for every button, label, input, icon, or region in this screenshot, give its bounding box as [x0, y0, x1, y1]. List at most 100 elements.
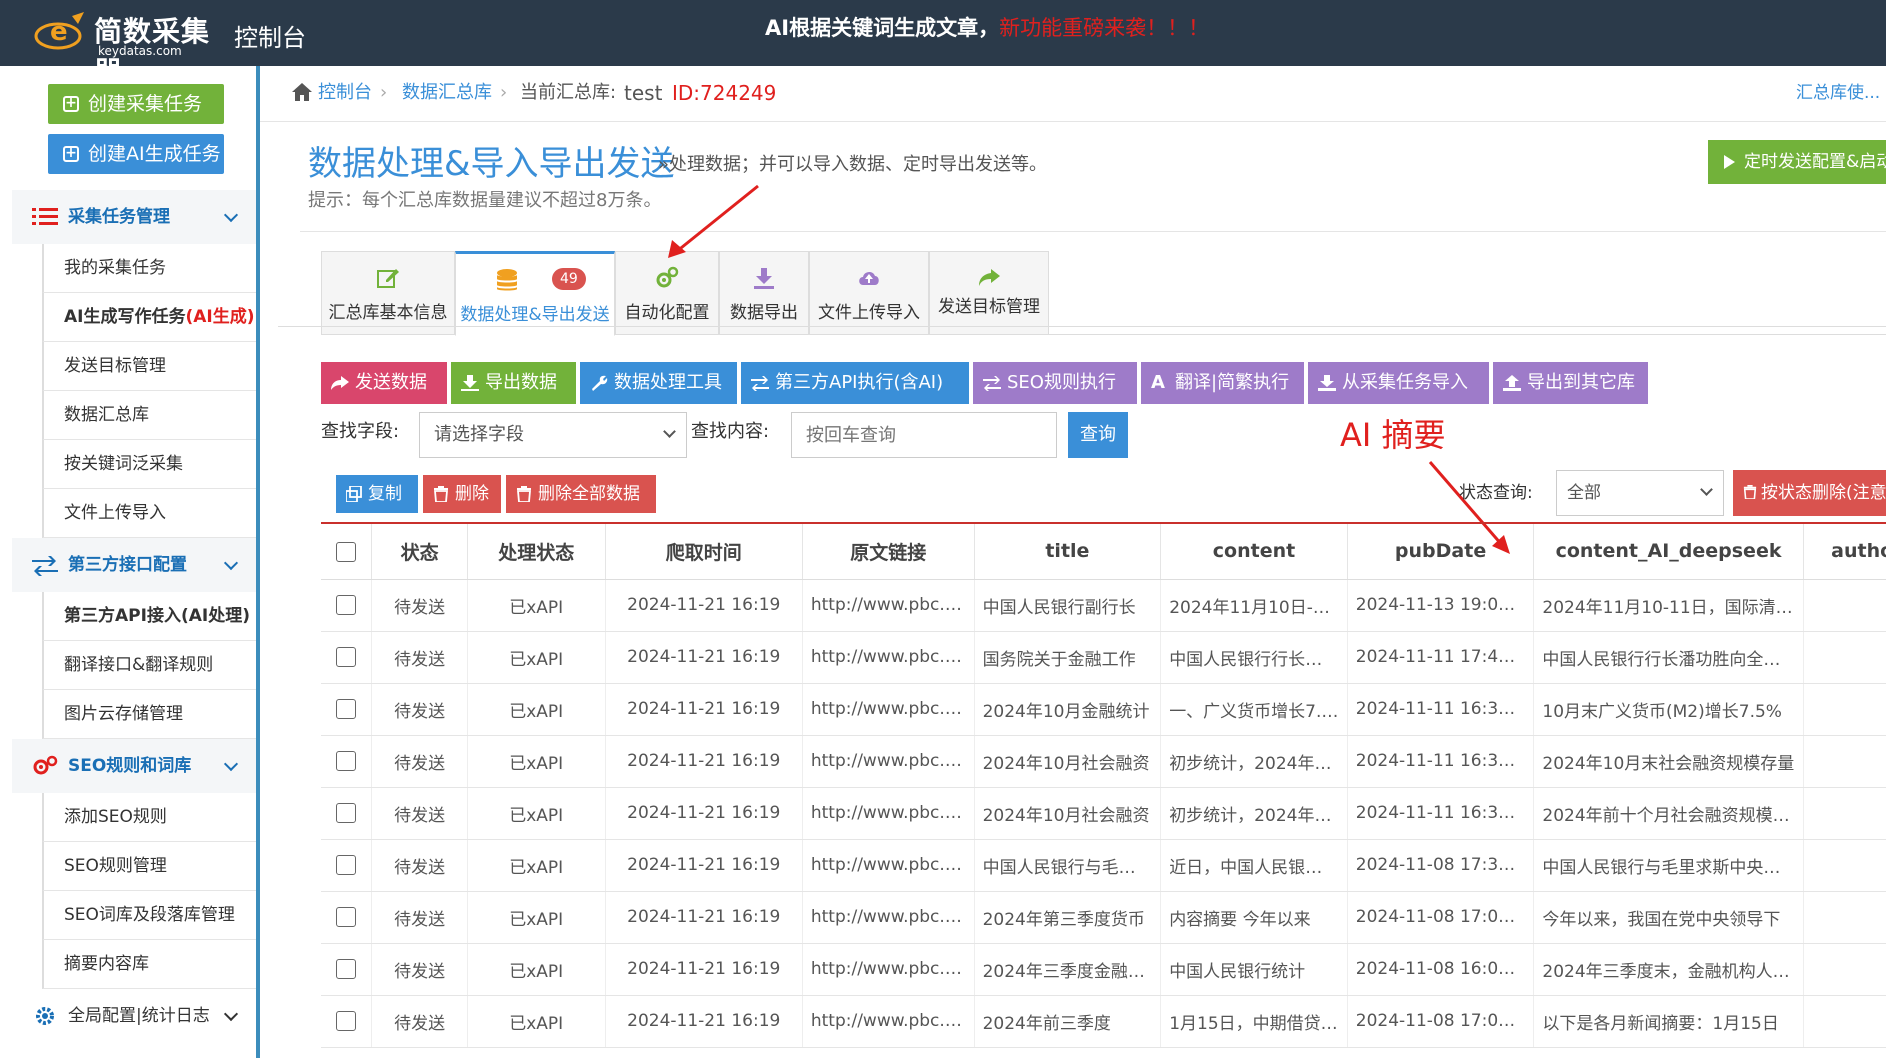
column-header[interactable]: content_AI_deepseek — [1533, 523, 1804, 580]
row-checkbox[interactable] — [321, 579, 373, 632]
sidebar-item-keyword-collect[interactable]: 按关键词泛采集 — [42, 440, 256, 489]
column-header[interactable]: 处理状态 — [467, 523, 606, 580]
trash-icon — [517, 486, 531, 502]
query-button[interactable]: 查询 — [1068, 412, 1128, 458]
checkbox[interactable] — [336, 647, 357, 667]
column-header[interactable]: 状态 — [371, 523, 468, 580]
row-checkbox[interactable] — [321, 787, 373, 840]
sidebar-item-translate[interactable]: 翻译接口&翻译规则 — [42, 641, 256, 690]
seo-rules-button[interactable]: SEO规则执行 — [973, 362, 1137, 404]
breadcrumb-data-store[interactable]: 数据汇总库 — [402, 66, 492, 120]
table-cell[interactable]: http://www.pbc.gov.cn — [802, 579, 975, 632]
export-to-other-button[interactable]: 导出到其它库 — [1493, 362, 1648, 404]
table-cell[interactable]: http://www.pbc.gov.cn — [802, 943, 975, 996]
table-cell[interactable]: http://www.pbc.gov.cn — [802, 787, 975, 840]
table-row[interactable]: 待发送 已xAPI 2024-11-21 16:19 http://www.pbc.g… — [321, 995, 1886, 1048]
table-cell[interactable]: http://www.pbc.gov.cn — [802, 735, 975, 788]
sidebar-section-global[interactable]: 全局配置|统计日志 — [12, 989, 256, 1043]
column-header[interactable]: 爬取时间 — [605, 523, 803, 580]
delete-button[interactable]: 删除 — [423, 475, 501, 513]
table-row[interactable]: 待发送 已xAPI 2024-11-21 16:19 http://www.pbc.g… — [321, 735, 1886, 788]
third-party-api-button[interactable]: 第三方API执行(含AI) — [741, 362, 969, 404]
create-task-button[interactable]: + 创建采集任务 — [48, 84, 224, 124]
chevron-down-icon — [1700, 483, 1713, 496]
column-header[interactable]: pubDate — [1347, 523, 1535, 580]
sidebar-section-third-party[interactable]: 第三方接口配置 — [12, 538, 256, 592]
row-checkbox[interactable] — [321, 839, 373, 892]
tab-send-targets[interactable]: 发送目标管理 — [929, 251, 1049, 335]
data-tools-button[interactable]: 数据处理工具 — [580, 362, 737, 404]
sidebar-item-summary-lib[interactable]: 摘要内容库 — [42, 940, 256, 989]
sidebar-item-seo-rules[interactable]: SEO规则管理 — [42, 842, 256, 891]
timer-send-button[interactable]: 定时发送配置&启动 — [1708, 140, 1886, 184]
table-cell[interactable]: http://www.pbc.gov.cn — [802, 631, 975, 684]
sidebar-item-send-targets[interactable]: 发送目标管理 — [42, 342, 256, 391]
delete-all-button[interactable]: 删除全部数据 — [506, 475, 656, 513]
column-header[interactable]: 原文链接 — [802, 523, 975, 580]
sidebar-section-seo[interactable]: SEO规则和词库 — [12, 739, 256, 793]
table-row[interactable]: 待发送 已xAPI 2024-11-21 16:19 http://www.pbc.g… — [321, 787, 1886, 840]
checkbox[interactable] — [336, 959, 357, 979]
checkbox[interactable] — [336, 1011, 357, 1031]
delete-by-status-button[interactable]: 按状态删除(注意 — [1733, 470, 1886, 516]
table-cell[interactable]: http://www.pbc.gov.cn — [802, 995, 975, 1048]
breadcrumb-home[interactable]: 控制台 — [318, 66, 372, 120]
table-row[interactable]: 待发送 已xAPI 2024-11-21 16:19 http://www.pbc.g… — [321, 579, 1886, 632]
tab-file-upload[interactable]: 文件上传导入 — [809, 251, 929, 335]
copy-button[interactable]: 复制 — [336, 475, 418, 513]
checkbox[interactable] — [336, 803, 357, 823]
row-checkbox[interactable] — [321, 943, 373, 996]
status-filter-select[interactable]: 全部 — [1556, 470, 1724, 516]
search-field-select[interactable]: 请选择字段 — [419, 412, 687, 458]
sidebar-item-ai-writing[interactable]: AI生成写作任务(AI生成) — [42, 293, 256, 342]
checkbox[interactable] — [336, 855, 357, 875]
select-all-checkbox[interactable] — [321, 523, 373, 580]
table-cell[interactable]: http://www.pbc.gov.cn — [802, 839, 975, 892]
import-from-task-button[interactable]: 从采集任务导入 — [1308, 362, 1489, 404]
create-ai-task-button[interactable]: + 创建AI生成任务 — [48, 134, 224, 174]
edit-icon — [377, 269, 399, 288]
sidebar-item-add-seo[interactable]: 添加SEO规则 — [42, 793, 256, 842]
translate-button[interactable]: A 翻译|简繁执行 — [1141, 362, 1304, 404]
search-content-input[interactable] — [791, 412, 1057, 458]
table-row[interactable]: 待发送 已xAPI 2024-11-21 16:19 http://www.pbc.g… — [321, 631, 1886, 684]
sidebar-item-data-store[interactable]: 数据汇总库 — [42, 391, 256, 440]
checkbox[interactable] — [336, 595, 357, 615]
table-row[interactable]: 待发送 已xAPI 2024-11-21 16:19 http://www.pbc.g… — [321, 839, 1886, 892]
sidebar-item-seo-dict[interactable]: SEO词库及段落库管理 — [42, 891, 256, 940]
table-row[interactable]: 待发送 已xAPI 2024-11-21 16:19 http://www.pbc.g… — [321, 683, 1886, 736]
tab-data-export[interactable]: 数据导出 — [719, 251, 809, 335]
table-cell: 2024年三季度金融机构 — [974, 943, 1162, 996]
console-title[interactable]: 控制台 — [234, 18, 306, 53]
table-cell[interactable]: http://www.pbc.gov.cn — [802, 683, 975, 736]
sidebar-item-my-tasks[interactable]: 我的采集任务 — [42, 244, 256, 293]
table-cell: 待发送 — [371, 995, 468, 1048]
sidebar-item-image-storage[interactable]: 图片云存储管理 — [42, 690, 256, 739]
column-header[interactable]: title — [974, 523, 1162, 580]
sidebar-item-api-access[interactable]: 第三方API接入(AI处理) — [42, 592, 256, 641]
column-header[interactable]: content — [1160, 523, 1348, 580]
checkbox[interactable] — [336, 907, 357, 927]
row-checkbox[interactable] — [321, 891, 373, 944]
row-checkbox[interactable] — [321, 995, 373, 1048]
column-header[interactable]: author — [1803, 523, 1886, 580]
table-row[interactable]: 待发送 已xAPI 2024-11-21 16:19 http://www.pbc.g… — [321, 891, 1886, 944]
table-cell[interactable]: http://www.pbc.gov.cn — [802, 891, 975, 944]
tab-data-processing[interactable]: 49 数据处理&导出发送 — [455, 251, 615, 336]
logo[interactable]: e 简数采集器 keydatas.com — [32, 6, 222, 88]
row-checkbox[interactable] — [321, 631, 373, 684]
table-row[interactable]: 待发送 已xAPI 2024-11-21 16:19 http://www.pbc.g… — [321, 943, 1886, 996]
sidebar-item-file-upload[interactable]: 文件上传导入 — [42, 489, 256, 538]
row-checkbox[interactable] — [321, 683, 373, 736]
table-cell: 待发送 — [371, 943, 468, 996]
sidebar-section-collect[interactable]: 采集任务管理 — [12, 190, 256, 244]
store-help-link[interactable]: 汇总库使... — [1796, 66, 1880, 120]
send-data-button[interactable]: 发送数据 — [321, 362, 447, 404]
tab-automation[interactable]: 自动化配置 — [615, 251, 719, 335]
row-checkbox[interactable] — [321, 735, 373, 788]
checkbox[interactable] — [336, 699, 357, 719]
checkbox[interactable] — [336, 751, 357, 771]
export-data-button[interactable]: 导出数据 — [451, 362, 576, 404]
tab-basic-info[interactable]: 汇总库基本信息 — [321, 251, 455, 335]
announcement[interactable]: AI根据关键词生成文章，新功能重磅来袭！！！ — [765, 12, 1209, 42]
